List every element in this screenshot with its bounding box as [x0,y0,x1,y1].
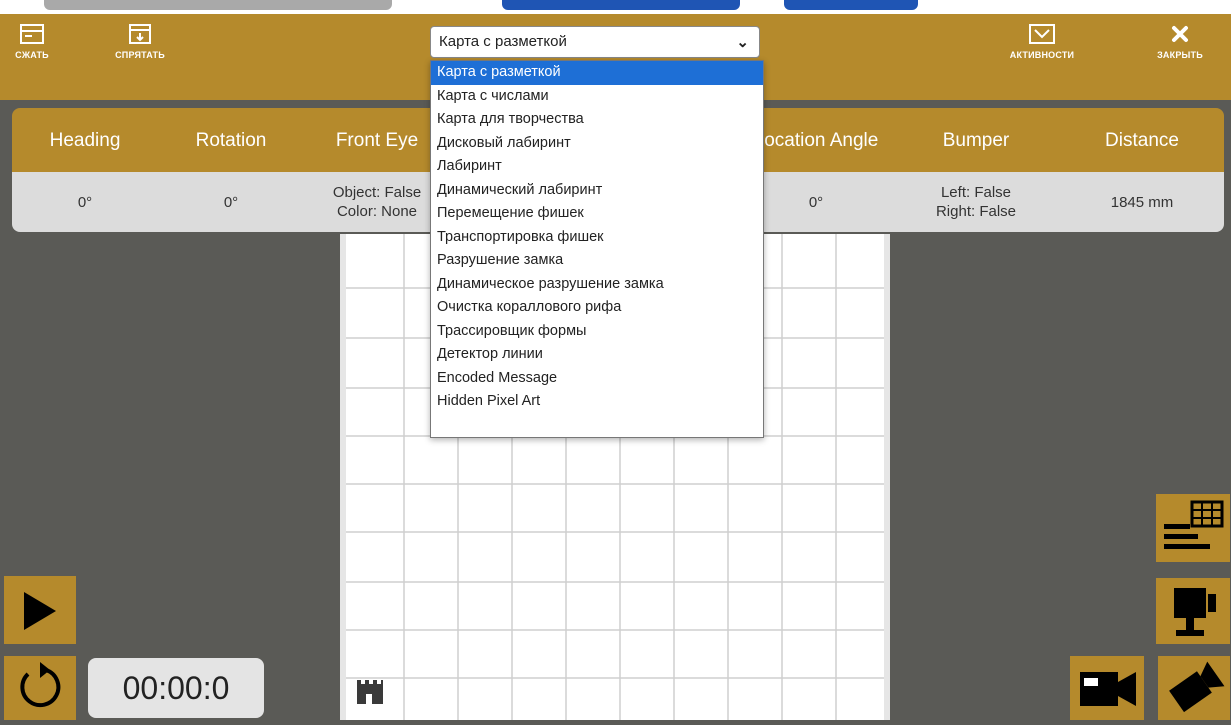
activities-button[interactable]: АКТИВНОСТИ [1006,24,1078,60]
browser-tab-strip [0,0,1231,14]
map-option[interactable]: Динамический лабиринт [431,179,763,203]
stat-header-bumper: Bumper [942,129,1010,151]
stat-header-rotation: Rotation [195,129,267,151]
stat-value-front-eye: Object: False Color: None [332,184,422,220]
stat-value-bumper: Left: False Right: False [935,184,1017,220]
close-button[interactable]: ЗАКРЫТЬ [1140,24,1220,60]
hide-button[interactable]: СПРЯТАТЬ [110,24,170,60]
map-option[interactable]: Дисковый лабиринт [431,132,763,156]
map-option[interactable]: Перемещение фишек [431,202,763,226]
elapsed-timer: 00:00:0 [88,658,264,718]
map-option[interactable]: Карта с разметкой [431,61,763,85]
robot-camera-icon [1174,588,1216,636]
stat-header-distance: Distance [1105,129,1179,151]
map-option[interactable]: Encoded Message [431,367,763,391]
reset-button[interactable] [4,656,76,720]
map-select-value: Карта с разметкой [439,33,567,50]
tab-2[interactable] [502,0,740,10]
hide-icon [129,24,151,44]
follow-camera-button[interactable] [1158,656,1230,720]
map-select-options: Карта с разметкой Карта с числами Карта … [430,60,764,438]
map-option[interactable]: Детектор линии [431,343,763,367]
compress-button[interactable]: СЖАТЬ [14,24,50,60]
stat-header-front-eye: Front Eye [335,129,419,151]
map-option[interactable]: Hidden Pixel Art [431,390,763,414]
activities-icon [1029,24,1055,44]
hide-label: СПРЯТАТЬ [115,50,165,60]
map-option[interactable]: Трассировщик формы [431,320,763,344]
stat-value-heading: 0° [77,193,93,211]
stat-value-rotation: 0° [223,193,239,211]
robot-view-button[interactable] [1156,578,1230,644]
compress-label: СЖАТЬ [15,50,49,60]
stat-header-heading: Heading [49,129,121,151]
map-option[interactable]: Разрушение замка [431,249,763,273]
dashboard-icon [1164,500,1224,549]
map-option[interactable]: Лабиринт [431,155,763,179]
play-icon [24,592,56,630]
tab-3[interactable] [784,0,918,10]
close-icon [1172,26,1188,42]
reset-icon [20,662,61,708]
tilted-camera-icon [1169,661,1225,713]
video-camera-icon [1080,672,1136,706]
dashboard-button[interactable] [1156,494,1230,562]
map-select[interactable]: Карта с разметкой ⌄ [430,26,760,58]
compress-icon [20,24,44,44]
camera-button[interactable] [1070,656,1144,720]
play-button[interactable] [4,576,76,644]
map-option[interactable]: Транспортировка фишек [431,226,763,250]
map-option[interactable]: Очистка кораллового рифа [431,296,763,320]
castle-icon [357,680,383,704]
tab-1[interactable] [44,0,392,10]
activities-label: АКТИВНОСТИ [1009,50,1075,60]
chevron-down-icon: ⌄ [736,34,749,51]
close-label: ЗАКРЫТЬ [1157,50,1203,60]
map-option[interactable]: Карта с числами [431,85,763,109]
stat-value-distance: 1845 mm [1110,193,1174,211]
map-option[interactable]: Карта для творчества [431,108,763,132]
map-option[interactable]: Динамическое разрушение замка [431,273,763,297]
